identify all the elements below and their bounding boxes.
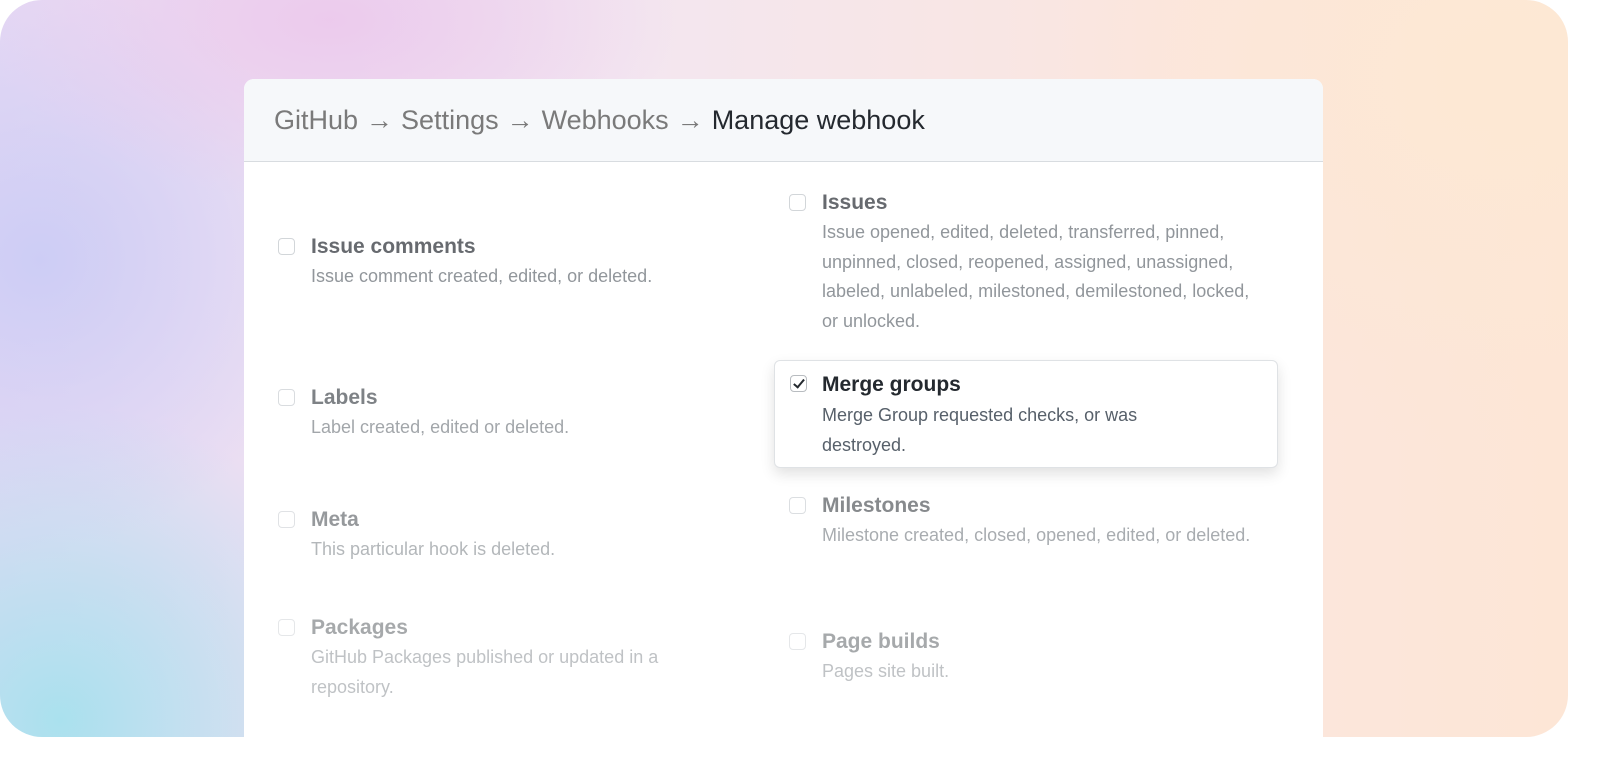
event-description: Issue opened, edited, deleted, transferr… — [822, 218, 1252, 336]
event-description: Pages site built. — [822, 657, 1262, 687]
event-description: This particular hook is deleted. — [311, 535, 751, 565]
arrow-right-icon: → — [507, 105, 534, 136]
event-title: Packages — [311, 616, 408, 640]
event-merge-groups[interactable]: Merge groups Merge Group requested check… — [774, 360, 1278, 468]
event-title: Meta — [311, 508, 359, 532]
arrow-right-icon: → — [366, 105, 393, 136]
checkbox[interactable] — [278, 619, 295, 636]
event-description: GitHub Packages published or updated in … — [311, 643, 721, 702]
event-title: Merge groups — [822, 373, 961, 397]
breadcrumb-current: Manage webhook — [712, 105, 925, 136]
breadcrumb-github[interactable]: GitHub — [274, 105, 358, 136]
checkbox[interactable] — [278, 389, 295, 406]
event-description: Issue comment created, edited, or delete… — [311, 262, 751, 292]
event-title: Labels — [311, 386, 378, 410]
breadcrumb-settings[interactable]: Settings — [401, 105, 499, 136]
checkbox-checked[interactable] — [790, 375, 807, 392]
arrow-right-icon: → — [677, 105, 704, 136]
event-title: Milestones — [822, 494, 931, 518]
checkbox[interactable] — [789, 497, 806, 514]
event-description: Label created, edited or deleted. — [311, 413, 751, 443]
breadcrumb-webhooks[interactable]: Webhooks — [542, 105, 669, 136]
event-title: Issues — [822, 191, 887, 215]
checkbox[interactable] — [789, 633, 806, 650]
event-title: Page builds — [822, 630, 940, 654]
breadcrumb: GitHub → Settings → Webhooks → Manage we… — [244, 79, 1323, 162]
event-description: Merge Group requested checks, or was des… — [822, 401, 1222, 460]
checkbox[interactable] — [278, 238, 295, 255]
checkbox[interactable] — [789, 194, 806, 211]
event-description: Milestone created, closed, opened, edite… — [822, 521, 1252, 551]
checkbox[interactable] — [278, 511, 295, 528]
event-title: Issue comments — [311, 235, 476, 259]
